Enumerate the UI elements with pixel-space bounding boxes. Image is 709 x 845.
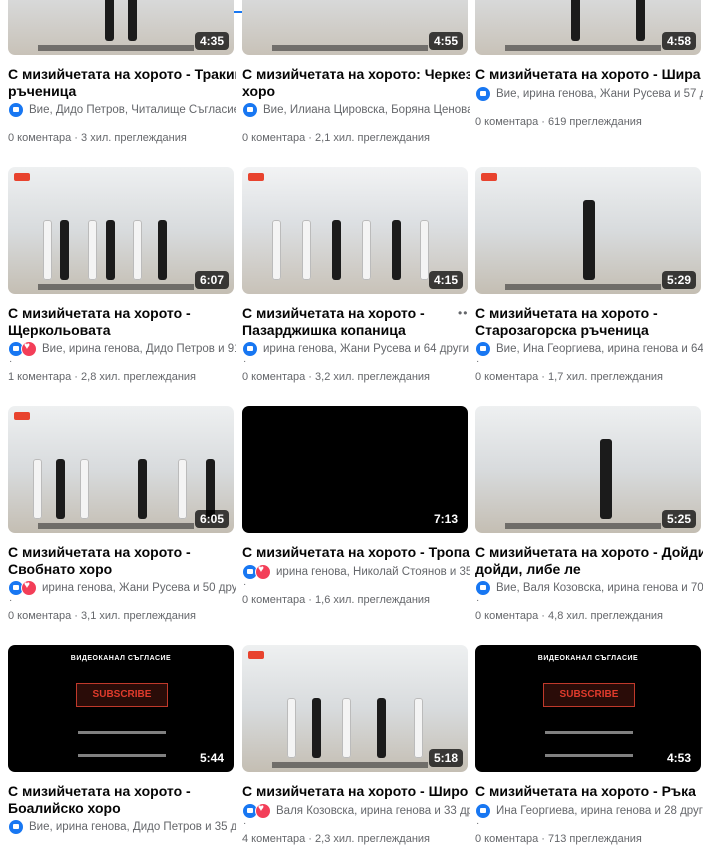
duration-badge: 4:58 xyxy=(661,32,696,50)
duration-badge: 4:15 xyxy=(428,271,463,289)
like-icon xyxy=(242,102,258,118)
video-thumbnail[interactable]: 5:18 xyxy=(242,645,468,772)
love-icon xyxy=(21,580,37,596)
video-thumbnail[interactable]: ВИДЕОКАНАЛ СЪГЛАСИЕ SUBSCRIBE 4:53 xyxy=(475,645,701,772)
video-stats: 0 коментара · 1,7 хил. преглеждания xyxy=(475,371,663,383)
video-thumbnail[interactable]: 7:13 xyxy=(242,406,468,533)
video-title[interactable]: С мизийчетата на хорото - Пазарджишка коп… xyxy=(242,305,470,339)
video-title[interactable]: С мизийчетата на хорото - Тракийс ръчениц… xyxy=(8,66,236,100)
like-icon xyxy=(475,86,491,102)
reactions-row[interactable]: Валя Козовска, ирина генова и 33 дру xyxy=(242,802,470,820)
video-title[interactable]: С мизийчетата на хорото - Щеркольовата xyxy=(8,305,236,339)
video-stats: 0 коментара · 2,1 хил. преглеждания xyxy=(242,132,430,144)
video-thumbnail[interactable]: 4:58 xyxy=(475,0,701,55)
duration-badge: 5:18 xyxy=(428,749,463,767)
video-thumbnail[interactable]: 4:15 xyxy=(242,167,468,294)
video-title[interactable]: С мизийчетата на хорото - Свобнато хоро xyxy=(8,544,236,578)
video-thumbnail[interactable]: 5:29 xyxy=(475,167,701,294)
reactions-row[interactable]: Вие, ирина генова, Дидо Петров и 35 дру xyxy=(8,818,236,836)
duration-badge: 5:25 xyxy=(661,510,696,528)
love-icon xyxy=(255,564,271,580)
duration-badge: 5:29 xyxy=(661,271,696,289)
reactions-row[interactable]: Вие, Илиана Цировска, Боряна Ценова и 5 xyxy=(242,101,470,119)
video-stats: 0 коментара · 619 преглеждания xyxy=(475,116,642,128)
reactions-row[interactable]: Вие, Дидо Петров, Читалище Съгласие и 9 xyxy=(8,101,236,119)
reactions-row[interactable]: ирина генова, Жани Русева и 64 други xyxy=(242,340,470,358)
video-title[interactable]: С мизийчетата на хорото - Ръка xyxy=(475,783,703,800)
like-icon xyxy=(475,803,491,819)
reactions-row[interactable]: Вие, ирина генова, Дидо Петров и 91 д xyxy=(8,340,236,358)
like-icon xyxy=(475,580,491,596)
reactions-row[interactable]: Вие, Ина Георгиева, ирина генова и 64 др xyxy=(475,340,703,358)
video-stats: 0 коментара · 3 хил. преглеждания xyxy=(8,132,187,144)
like-icon xyxy=(8,102,24,118)
video-title[interactable]: С мизийчетата на хорото - Тропан xyxy=(242,544,470,561)
duration-badge: 7:13 xyxy=(428,510,463,528)
video-stats: 0 коментара · 3,1 хил. преглеждания xyxy=(8,610,196,622)
reactions-row[interactable]: Вие, Валя Козовска, ирина генова и 70 др xyxy=(475,579,703,597)
duration-badge: 5:44 xyxy=(194,749,229,767)
video-title[interactable]: С мизийчетата на хорото: Черкезк хоро xyxy=(242,66,470,100)
more-options-icon[interactable]: •• xyxy=(458,306,468,320)
reactions-row[interactable]: Ина Георгиева, ирина генова и 28 други xyxy=(475,802,703,820)
video-stats: 0 коментара · 3,2 хил. преглеждания xyxy=(242,371,430,383)
like-icon xyxy=(475,341,491,357)
video-thumbnail[interactable]: 6:07 xyxy=(8,167,234,294)
video-title[interactable]: С мизийчетата на хорото - Шира xyxy=(475,66,703,83)
like-icon xyxy=(8,819,24,835)
duration-badge: 6:05 xyxy=(194,510,229,528)
reactions-row[interactable]: ирина генова, Николай Стоянов и 35 д xyxy=(242,563,470,581)
duration-badge: 4:53 xyxy=(661,749,696,767)
duration-badge: 6:07 xyxy=(194,271,229,289)
video-title[interactable]: С мизийчетата на хорото - Старозагорска р… xyxy=(475,305,703,339)
video-thumbnail[interactable]: ВИДЕОКАНАЛ СЪГЛАСИЕ SUBSCRIBE 5:44 xyxy=(8,645,234,772)
video-stats: 0 коментара · 4,8 хил. преглеждания xyxy=(475,610,663,622)
love-icon xyxy=(21,341,37,357)
video-title[interactable]: С мизийчетата на хорото - Дойди, дойди, л… xyxy=(475,544,703,578)
duration-badge: 4:35 xyxy=(194,32,229,50)
video-stats: 0 коментара · 1,6 хил. преглеждания xyxy=(242,594,430,606)
video-thumbnail[interactable]: 4:35 xyxy=(8,0,234,55)
video-thumbnail[interactable]: 5:25 xyxy=(475,406,701,533)
video-title[interactable]: С мизийчетата на хорото - Боалийско хоро xyxy=(8,783,236,817)
video-thumbnail[interactable]: 4:55 xyxy=(242,0,468,55)
video-stats: 1 коментара · 2,8 хил. преглеждания xyxy=(8,371,196,383)
video-stats: 0 коментара · 713 преглеждания xyxy=(475,833,642,845)
like-icon xyxy=(242,341,258,357)
duration-badge: 4:55 xyxy=(428,32,463,50)
reactions-row[interactable]: ирина генова, Жани Русева и 50 други xyxy=(8,579,236,597)
reactions-row[interactable]: Вие, ирина генова, Жани Русева и 57 друг… xyxy=(475,85,703,103)
video-thumbnail[interactable]: 6:05 xyxy=(8,406,234,533)
love-icon xyxy=(255,803,271,819)
video-title[interactable]: С мизийчетата на хорото - Широ xyxy=(242,783,470,800)
video-stats: 4 коментара · 2,3 хил. преглеждания xyxy=(242,833,430,845)
